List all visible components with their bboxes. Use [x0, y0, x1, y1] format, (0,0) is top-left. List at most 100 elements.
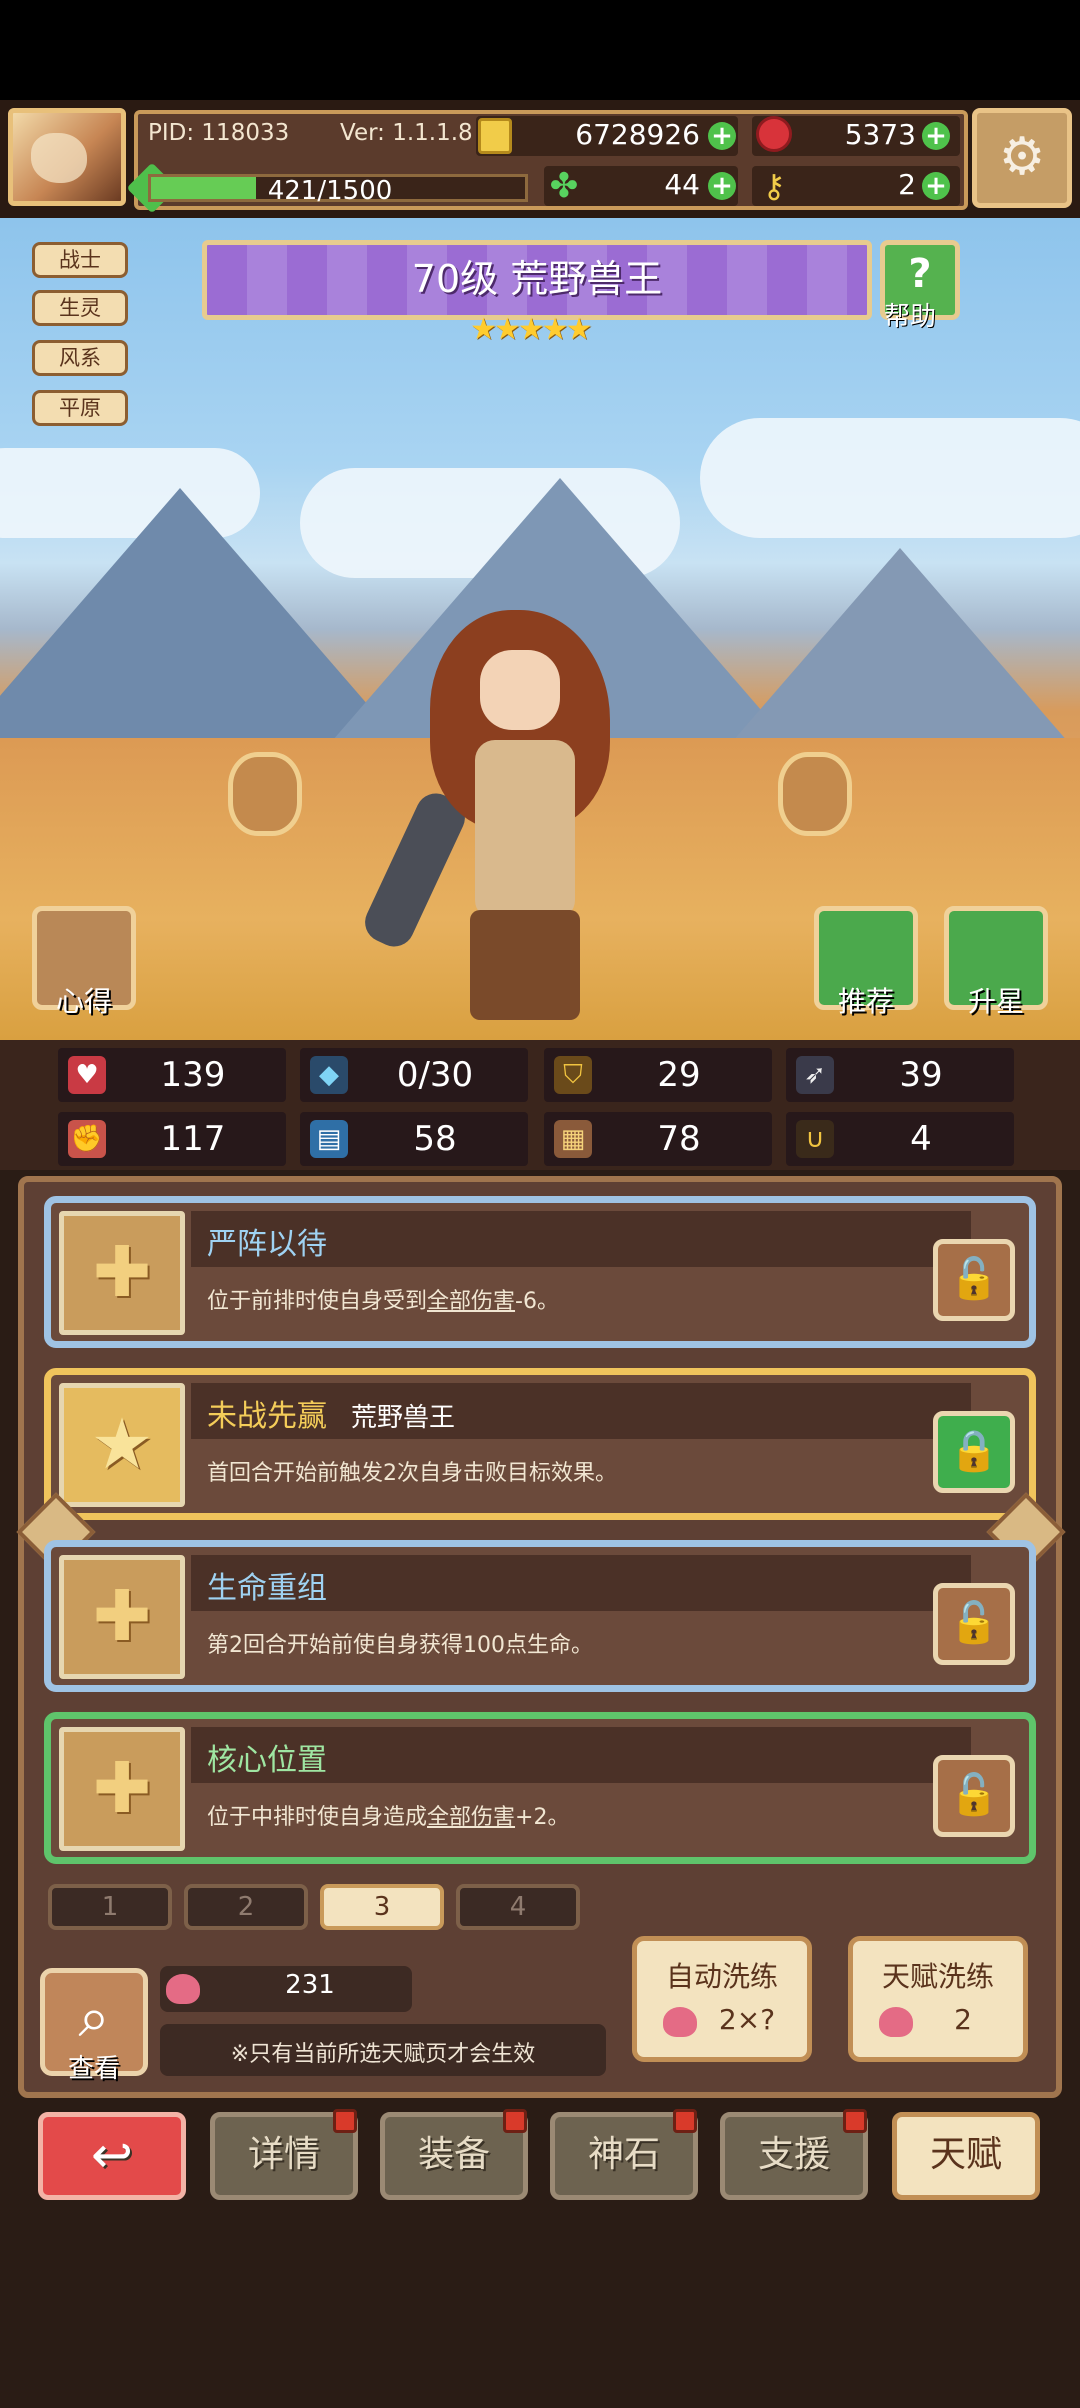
cross-icon: ✚	[92, 1575, 152, 1657]
talent-reroll-button[interactable]: 天赋洗练 2	[848, 1936, 1028, 2062]
talent-name-row: 核心位置	[191, 1727, 971, 1783]
talent-name: 未战先赢	[207, 1399, 327, 1434]
nav-talent-button[interactable]: 天赋	[892, 2112, 1040, 2200]
desc-text: 位于中排时使自身造成	[207, 1805, 428, 1830]
nav-label: 天赋	[929, 2134, 1002, 2175]
notification-dot	[333, 2109, 357, 2133]
stat-value: 58	[413, 1119, 457, 1159]
nav-details-button[interactable]: 详情	[210, 2109, 358, 2200]
talent-card-4[interactable]: ✚ 核心位置 位于中排时使自身造成全部伤害+2。 🔓	[44, 1712, 1036, 1864]
nav-label: 支援	[757, 2134, 830, 2175]
nav-equipment-button[interactable]: 装备	[380, 2109, 528, 2200]
talent-source-hero: 荒野兽王	[351, 1403, 456, 1433]
stat-mana: ◆ 0/30	[300, 1048, 528, 1102]
key-icon: ⚷	[762, 167, 786, 205]
talent-name: 生命重组	[207, 1571, 327, 1606]
tag-wind[interactable]: 风系	[32, 340, 128, 376]
tab-page-3[interactable]: 3	[320, 1884, 444, 1930]
talent-description: 位于中排时使自身造成全部伤害+2。	[207, 1799, 569, 1831]
shield-icon: ⛉	[554, 1056, 592, 1094]
nav-label: 详情	[247, 2134, 320, 2175]
status-bar-area	[0, 0, 1080, 100]
tag-plain[interactable]: 平原	[32, 390, 128, 426]
unlocked-padlock-icon[interactable]: 🔓	[933, 1755, 1015, 1837]
player-avatar[interactable]	[8, 108, 126, 206]
talent-card-1[interactable]: ✚ 严阵以待 位于前排时使自身受到全部伤害-6。 🔓	[44, 1196, 1036, 1348]
tab-page-1[interactable]: 1	[48, 1884, 172, 1930]
peach-icon	[663, 2007, 697, 2037]
desc-text: +2。	[515, 1805, 570, 1830]
add-coins-button[interactable]: +	[708, 122, 736, 150]
recommend-label: 推荐	[837, 985, 894, 1018]
fist-icon: ✊	[68, 1120, 106, 1158]
talent-icon-box: ✚	[59, 1211, 185, 1335]
tab-page-4[interactable]: 4	[456, 1884, 580, 1930]
talent-name-row: 未战先赢 荒野兽王	[191, 1383, 971, 1439]
player-id: PID: 118033	[148, 120, 290, 146]
talent-icon-box: ★	[59, 1383, 185, 1507]
cross-icon: ✚	[92, 1231, 152, 1313]
tag-warrior[interactable]: 战士	[32, 242, 128, 278]
stat-attack: ✊ 117	[58, 1112, 286, 1166]
talent-icon-box: ✚	[59, 1555, 185, 1679]
talent-page-tabs: 1 2 3 4	[48, 1884, 588, 1930]
stat-luck: ∪ 4	[786, 1112, 1014, 1166]
stat-value: 78	[657, 1119, 701, 1159]
notification-dot	[673, 2109, 697, 2133]
view-label: 查看	[67, 2054, 120, 2084]
star-icon: ★	[90, 1403, 154, 1485]
talent-card-3[interactable]: ✚ 生命重组 第2回合开始前使自身获得100点生命。 🔓	[44, 1540, 1036, 1692]
hero-sprite	[358, 590, 680, 1020]
peach-icon	[166, 1974, 200, 2004]
locked-padlock-icon[interactable]: 🔒	[933, 1411, 1015, 1493]
club-weapon	[358, 786, 472, 954]
star-rating: ★★★★★	[470, 312, 592, 347]
drop-icon: ◆	[310, 1056, 348, 1094]
desc-keyword[interactable]: 全部伤害	[427, 1289, 515, 1314]
hero-title-banner: 70级 荒野兽王	[202, 240, 872, 320]
hero-legs	[470, 910, 580, 1020]
hero-title: 70级 荒野兽王	[411, 257, 663, 301]
back-button[interactable]: ↩	[38, 2112, 186, 2200]
stat-value: 4	[910, 1119, 932, 1159]
desc-keyword[interactable]: 全部伤害	[427, 1805, 515, 1830]
unlocked-padlock-icon[interactable]: 🔓	[933, 1583, 1015, 1665]
game-version: Ver: 1.1.1.8	[340, 120, 473, 146]
talent-card-2[interactable]: ★ 未战先赢 荒野兽王 首回合开始前触发2次自身击败目标效果。 🔒	[44, 1368, 1036, 1520]
talent-reroll-label: 天赋洗练	[881, 1960, 994, 1993]
prev-hero-button[interactable]	[228, 752, 302, 836]
stat-value: 0/30	[396, 1055, 474, 1095]
gear-icon: ⚙	[998, 127, 1046, 187]
cross-icon: ✚	[92, 1747, 152, 1829]
tab-page-2[interactable]: 2	[184, 1884, 308, 1930]
next-hero-button[interactable]	[778, 752, 852, 836]
talent-icon-box: ✚	[59, 1727, 185, 1851]
return-arrow-icon: ↩	[91, 2126, 133, 2184]
keys-value: 2	[898, 168, 916, 201]
book-icon: ▤	[310, 1120, 348, 1158]
desc-text: -6。	[515, 1289, 559, 1314]
add-clover-button[interactable]: +	[708, 172, 736, 200]
stat-value: 39	[899, 1055, 943, 1095]
heart-icon: ♥	[68, 1056, 106, 1094]
magnifier-icon: ⌕	[78, 1985, 110, 2050]
insight-label: 心得	[55, 985, 112, 1018]
energy-value: 421/1500	[267, 176, 393, 206]
talent-description: 位于前排时使自身受到全部伤害-6。	[207, 1283, 559, 1315]
nav-support-button[interactable]: 支援	[720, 2109, 868, 2200]
add-gems-button[interactable]: +	[922, 122, 950, 150]
talent-reroll-cost: 2	[954, 2003, 972, 2036]
help-label: 帮助	[884, 302, 937, 332]
unlocked-padlock-icon[interactable]: 🔓	[933, 1239, 1015, 1321]
upgrade-star-label: 升星	[967, 985, 1024, 1018]
magnet-icon: ∪	[796, 1120, 834, 1158]
auto-reroll-button[interactable]: 自动洗练 2×?	[632, 1936, 812, 2062]
notice-text: ※只有当前所选天赋页才会生效	[230, 2042, 536, 2067]
talent-description: 首回合开始前触发2次自身击败目标效果。	[207, 1455, 617, 1487]
nav-godstone-button[interactable]: 神石	[550, 2109, 698, 2200]
desc-text: 第2回合开始前使自身获得100点生命。	[207, 1633, 593, 1658]
settings-button[interactable]: ⚙	[972, 108, 1072, 208]
coin-icon	[478, 118, 512, 154]
add-keys-button[interactable]: +	[922, 172, 950, 200]
tag-creature[interactable]: 生灵	[32, 290, 128, 326]
